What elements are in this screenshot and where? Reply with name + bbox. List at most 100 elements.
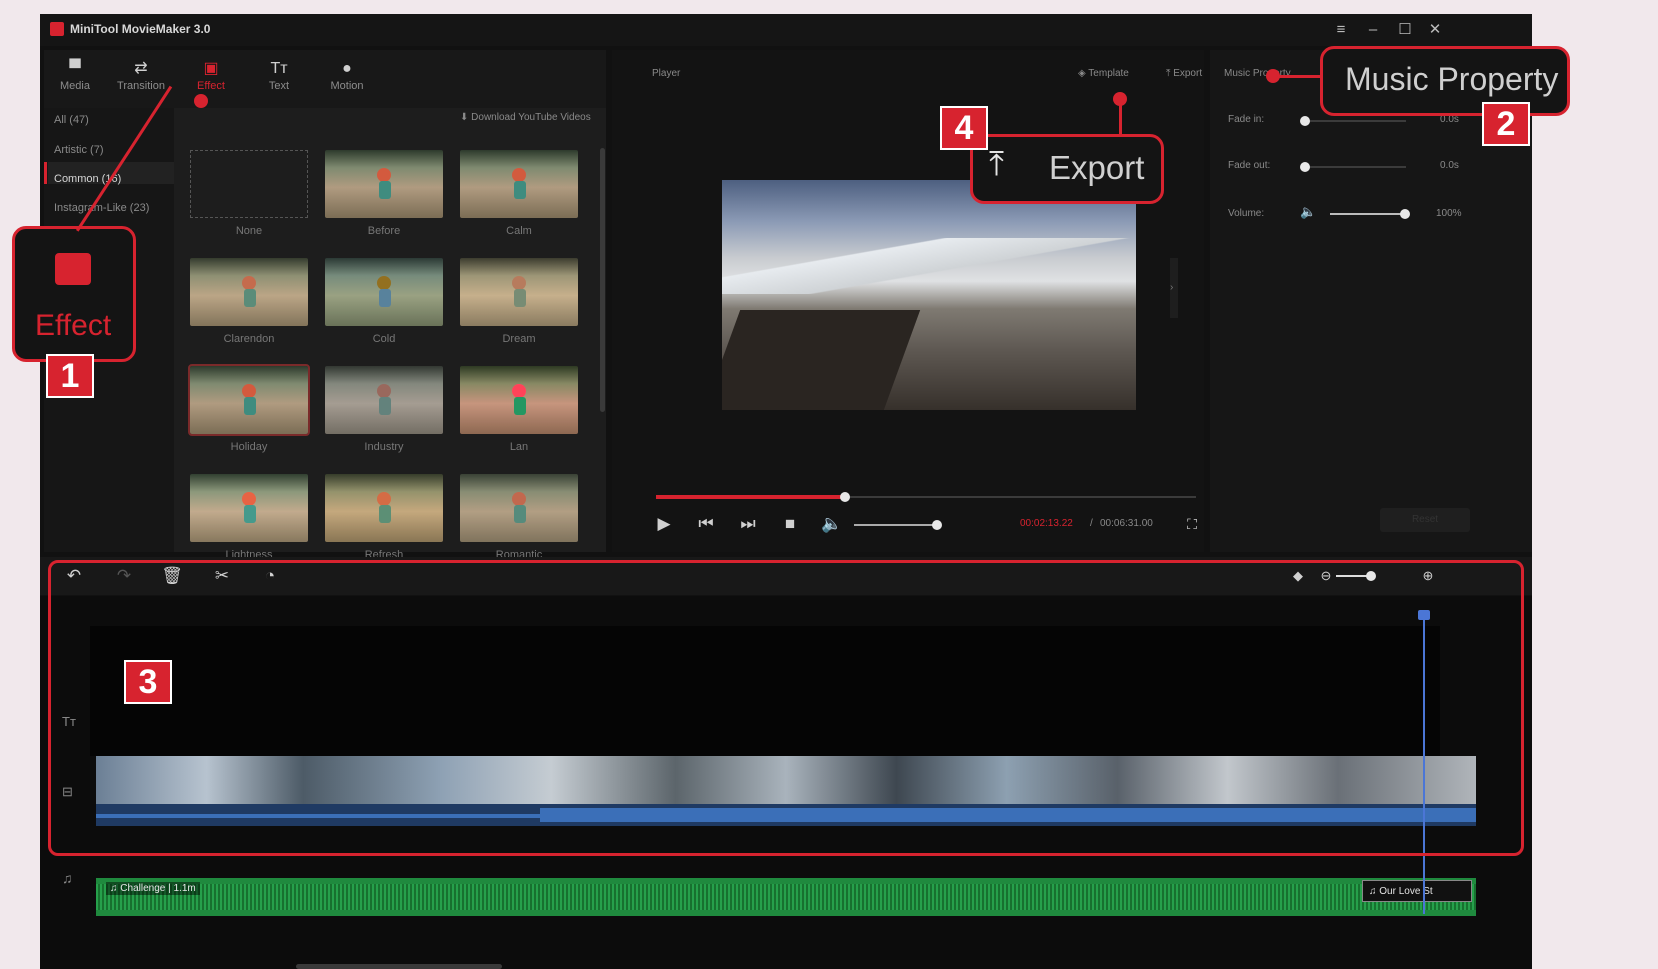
player-label: Player	[652, 68, 681, 79]
music-volume-knob[interactable]	[1400, 209, 1410, 219]
music-volume-slider[interactable]	[1330, 213, 1406, 215]
swap-icon: ⇄	[134, 60, 148, 77]
total-time: 00:06:31.00	[1100, 518, 1153, 529]
fade-out-knob[interactable]	[1300, 162, 1310, 172]
snow-ridge	[722, 238, 1136, 294]
step-badge-1: 1	[46, 354, 94, 398]
fade-in-knob[interactable]	[1300, 116, 1310, 126]
fade-out-label: Fade out:	[1228, 160, 1271, 171]
maximize-icon[interactable]: ☐	[1394, 20, 1416, 40]
speaker-icon: 🔈	[1300, 204, 1317, 219]
video-preview[interactable]	[722, 180, 1136, 410]
text-icon: Tт	[270, 60, 288, 77]
effect-thumb-holiday[interactable]	[188, 364, 310, 436]
step-badge-4: 4	[940, 106, 988, 150]
note-icon: ♫	[1369, 886, 1380, 897]
effect-thumb-clarendon[interactable]	[190, 258, 308, 326]
menu-icon[interactable]: ≡	[1330, 20, 1352, 40]
step-badge-3: 3	[124, 660, 172, 704]
template-button[interactable]: ◈ Template	[1078, 68, 1129, 79]
category-active-marker	[44, 162, 47, 184]
effect-label: None	[235, 225, 263, 237]
current-time: 00:02:13.22	[1020, 518, 1073, 529]
effect-label: Holiday	[230, 441, 268, 453]
app-logo-icon	[50, 22, 64, 36]
layers-icon: ◈	[1078, 68, 1089, 79]
rock-slope	[722, 310, 921, 410]
fade-in-label: Fade in:	[1228, 114, 1265, 125]
effect-label: Industry	[364, 441, 404, 453]
download-youtube-link[interactable]: ⬇ Download YouTube Videos	[460, 112, 591, 123]
reset-button[interactable]: Reset	[1380, 508, 1470, 532]
music-volume-value: 100%	[1436, 208, 1462, 219]
fade-in-slider[interactable]	[1306, 120, 1406, 122]
effect-label: Dream	[502, 333, 536, 345]
effect-thumb-refresh[interactable]	[325, 474, 443, 542]
play-icon[interactable]: ▶	[652, 512, 676, 536]
audio-waveform	[96, 884, 1476, 910]
category-artistic[interactable]: Artistic (7)	[54, 144, 104, 156]
tab-transition[interactable]: ⇄ Transition	[106, 58, 176, 92]
category-instagram-like[interactable]: Instagram-Like (23)	[54, 202, 149, 214]
tab-motion[interactable]: ● Motion	[312, 58, 382, 92]
time-separator: /	[1090, 518, 1093, 529]
effect-icon	[55, 253, 91, 285]
note-icon: ♫	[110, 883, 121, 894]
app-title: MiniTool MovieMaker 3.0	[70, 22, 211, 36]
volume-slider[interactable]	[854, 524, 938, 526]
progress-fill	[656, 495, 845, 499]
music-volume-label: Volume:	[1228, 208, 1265, 219]
effect-thumb-romantic[interactable]	[460, 474, 578, 542]
tab-media[interactable]: ▀ Media	[40, 58, 110, 92]
stop-icon[interactable]: ■	[778, 512, 802, 536]
motion-icon: ●	[342, 60, 352, 77]
download-icon: ⬇	[460, 112, 472, 123]
panel-collapse-icon[interactable]: ›	[1170, 258, 1178, 318]
effect-label: Cold	[372, 333, 396, 345]
fade-out-value: 0.0s	[1440, 160, 1459, 171]
effect-label: Clarendon	[223, 333, 275, 345]
progress-knob[interactable]	[840, 492, 850, 502]
export-callout: ⤒ Export	[970, 134, 1164, 204]
effect-thumb-dream[interactable]	[460, 258, 578, 326]
export-icon: ⤒	[989, 145, 1005, 183]
audio-clip-challenge[interactable]: ♫ Challenge | 1.1m	[96, 878, 1476, 916]
export-button[interactable]: ⤒ Export	[1166, 68, 1202, 79]
effect-callout-label: Effect	[35, 309, 112, 342]
minimize-icon[interactable]: –	[1362, 20, 1384, 40]
export-callout-label: Export	[1049, 149, 1145, 186]
effect-thumb-lightness[interactable]	[190, 474, 308, 542]
timeline-scrollbar[interactable]	[296, 964, 502, 969]
effect-label: Lan	[509, 441, 529, 453]
close-icon[interactable]: ✕	[1424, 20, 1446, 40]
callout-dot-4	[1113, 92, 1127, 106]
effect-thumb-industry[interactable]	[325, 366, 443, 434]
effect-thumb-cold[interactable]	[325, 258, 443, 326]
volume-icon[interactable]: 🔈	[820, 512, 844, 536]
step-badge-2: 2	[1482, 102, 1530, 146]
tab-text[interactable]: Tт Text	[244, 58, 314, 92]
effect-thumb-calm[interactable]	[460, 150, 578, 218]
library-scrollbar[interactable]	[600, 148, 605, 412]
title-bar: MiniTool MovieMaker 3.0 ≡ – ☐ ✕	[40, 14, 1532, 46]
previous-frame-icon[interactable]: ⏮	[694, 512, 718, 536]
effect-thumb-before[interactable]	[325, 150, 443, 218]
next-frame-icon[interactable]: ⏭	[736, 512, 760, 536]
category-all[interactable]: All (47)	[54, 114, 89, 126]
folder-icon: ▀	[69, 60, 81, 77]
effect-callout: Effect	[12, 226, 136, 362]
callout-dot-2	[1266, 69, 1280, 83]
effect-label: Before	[367, 225, 401, 237]
audio-clip-label: ♫ Challenge | 1.1m	[106, 882, 200, 895]
callout-dot-1	[194, 94, 208, 108]
fullscreen-icon[interactable]: ⛶	[1180, 512, 1204, 536]
volume-knob[interactable]	[932, 520, 942, 530]
fade-out-slider[interactable]	[1306, 166, 1406, 168]
tab-effect[interactable]: ▣ Effect	[176, 58, 246, 92]
music-property-callout: Music Property	[1320, 46, 1570, 116]
audio-clip-our-love[interactable]: ♫ Our Love St	[1362, 880, 1472, 902]
effect-thumb-lan[interactable]	[460, 366, 578, 434]
effect-icon: ▣	[203, 60, 219, 77]
callout-line-4	[1119, 102, 1122, 136]
effect-thumb-none[interactable]	[190, 150, 308, 218]
